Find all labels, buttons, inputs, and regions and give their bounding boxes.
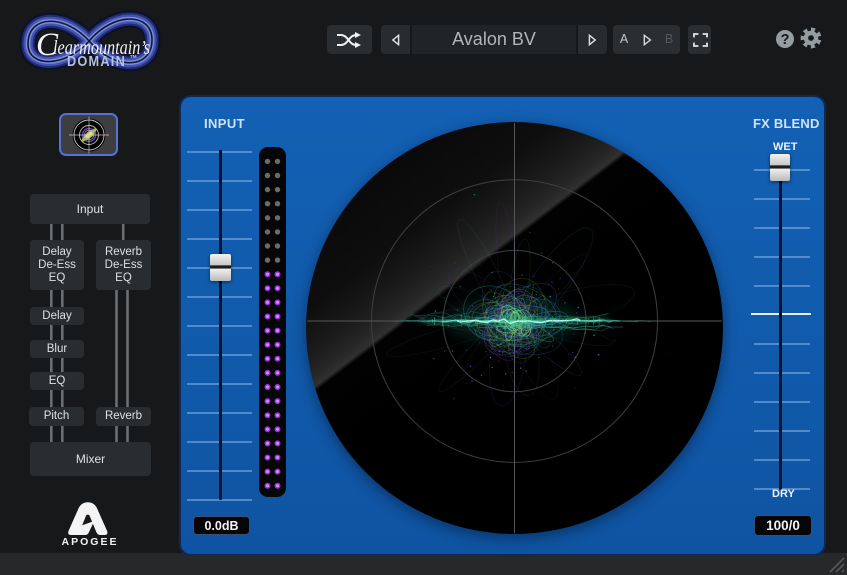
svg-text:?: ? [781, 32, 790, 48]
svg-text:TM: TM [130, 54, 137, 59]
svg-text:DOMAIN: DOMAIN [67, 54, 126, 70]
